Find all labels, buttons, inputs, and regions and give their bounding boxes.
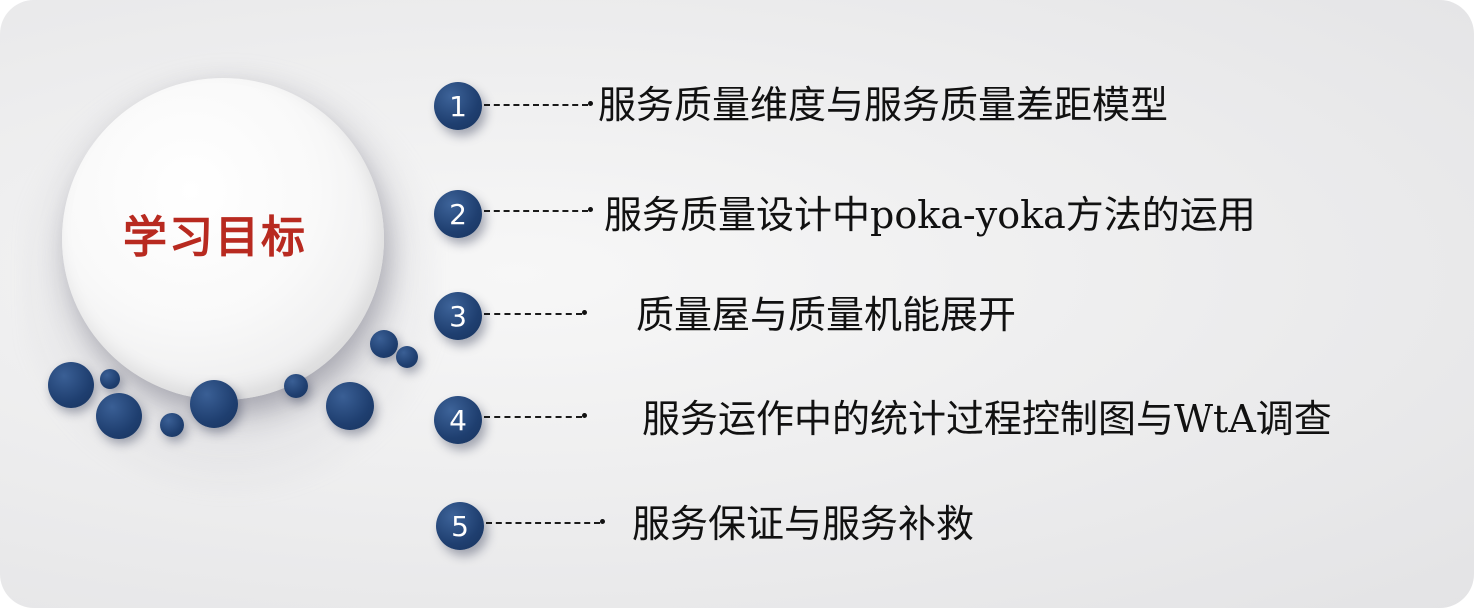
item-number-3: 3 (434, 292, 482, 340)
item-connector-5 (486, 522, 600, 524)
item-text-5: 服务保证与服务补救 (632, 502, 975, 546)
item-number-5: 5 (436, 502, 484, 550)
item-bullet-3 (582, 310, 587, 315)
decor-dot (370, 330, 398, 358)
item-text-3: 质量屋与质量机能展开 (636, 293, 1017, 337)
item-bullet-4 (582, 413, 587, 418)
item-text-2: 服务质量设计中poka-yoka方法的运用 (604, 193, 1256, 237)
decor-dot (48, 362, 94, 408)
decor-dot (100, 369, 120, 389)
item-connector-3 (484, 313, 582, 315)
item-connector-2 (484, 210, 588, 212)
decor-dot (160, 413, 184, 437)
decor-dot (396, 346, 418, 368)
item-bullet-1 (588, 101, 593, 106)
decor-dot (190, 380, 238, 428)
item-number-1: 1 (434, 82, 482, 130)
item-number-2: 2 (434, 190, 482, 238)
item-connector-4 (484, 416, 582, 418)
slide-title: 学习目标 (123, 212, 307, 263)
item-bullet-2 (588, 207, 593, 212)
slide-background: 学习目标 1 服务质量维度与服务质量差距模型 2 服务质量设计中poka-yok… (0, 0, 1474, 608)
decor-dot (284, 374, 308, 398)
item-connector-1 (484, 104, 588, 106)
decor-dot (96, 393, 142, 439)
decor-dot (326, 382, 374, 430)
item-text-4: 服务运作中的统计过程控制图与WtA调查 (642, 397, 1332, 441)
item-bullet-5 (600, 519, 605, 524)
item-number-4: 4 (434, 396, 482, 444)
item-text-1: 服务质量维度与服务质量差距模型 (598, 83, 1169, 127)
